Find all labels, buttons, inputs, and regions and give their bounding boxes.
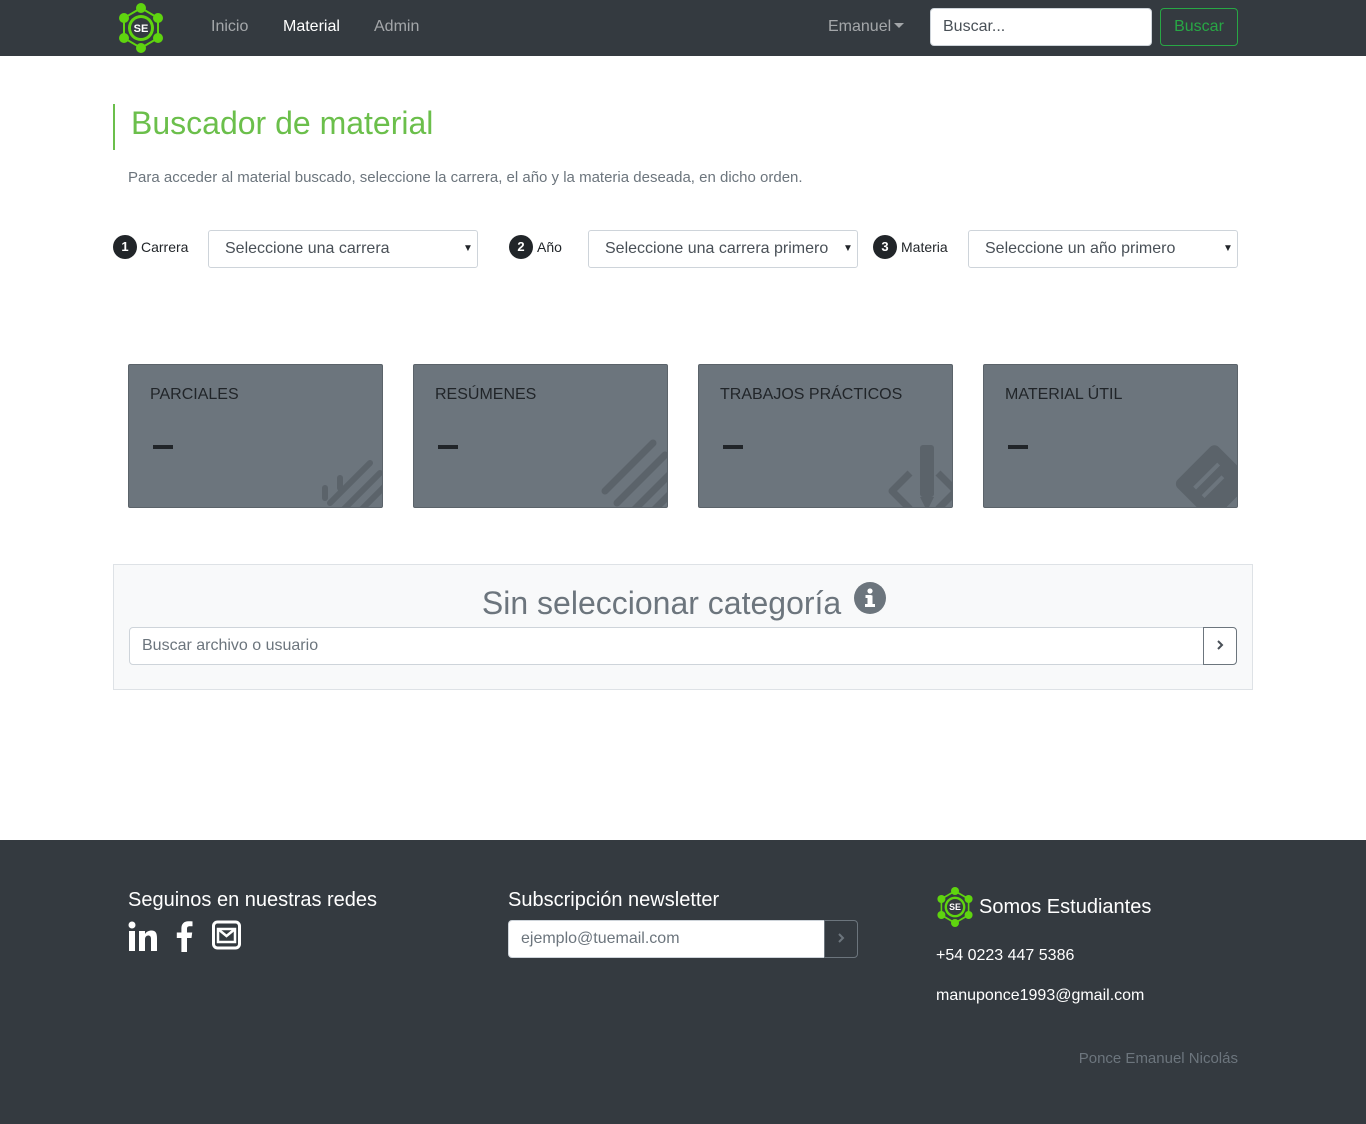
chevron-right-icon [838, 932, 845, 943]
category-panel: Sin seleccionar categoría [113, 564, 1253, 690]
page-description: Para acceder al material buscado, selecc… [128, 169, 803, 186]
search-button[interactable]: Buscar [1160, 8, 1238, 46]
social-heading: Seguinos en nuestras redes [128, 889, 378, 911]
card-title: MATERIAL ÚTIL [1005, 386, 1123, 403]
brand-name: Somos Estudiantes [979, 896, 1152, 918]
brand-logo-icon: SE [937, 887, 973, 927]
card-title: RESÚMENES [435, 386, 537, 403]
step-label: Carrera [141, 239, 189, 255]
step-number-badge: 2 [509, 235, 533, 259]
dropdown-arrow-icon: ▼ [843, 243, 853, 254]
list-lines-icon [601, 439, 667, 507]
file-user-search-input[interactable] [129, 627, 1204, 665]
card-value-dash [723, 445, 743, 449]
caret-down-icon [894, 23, 905, 28]
page-title: Buscador de material [131, 105, 434, 141]
sticky-note-icon [1175, 445, 1237, 507]
materia-select[interactable]: Seleccione un año primero ▼ [968, 230, 1238, 268]
carrera-select[interactable]: Seleccione una carrera ▼ [208, 230, 478, 268]
anio-select[interactable]: Seleccione una carrera primero ▼ [588, 230, 858, 268]
card-resumenes[interactable]: RESÚMENES [413, 364, 668, 508]
file-search-submit-button[interactable] [1203, 627, 1237, 665]
code-pencil-icon [888, 445, 952, 507]
card-parciales[interactable]: PARCIALES [128, 364, 383, 508]
linkedin-icon[interactable] [128, 920, 158, 952]
step-label: Materia [901, 239, 948, 255]
card-value-dash [153, 445, 173, 449]
card-value-dash [1008, 445, 1028, 449]
chevron-right-icon [1217, 639, 1224, 650]
step-label: Año [537, 239, 562, 255]
card-title: PARCIALES [150, 386, 239, 403]
contact-email[interactable]: manuponce1993@gmail.com [936, 987, 1144, 1005]
category-title-text: Sin seleccionar categoría [481, 585, 842, 621]
user-dropdown[interactable]: Emanuel [828, 18, 905, 36]
nav-link-inicio[interactable]: Inicio [211, 18, 248, 36]
step-number-badge: 3 [873, 235, 897, 259]
brand-logo-text: SE [949, 902, 961, 912]
card-material-util[interactable]: MATERIAL ÚTIL [983, 364, 1238, 508]
pencil-ruler-icon [322, 460, 382, 507]
logo-text: SE [134, 23, 149, 35]
step-number-badge: 1 [113, 235, 137, 259]
navbar: SE Inicio Material Admin Emanuel Buscar [0, 0, 1366, 56]
newsletter-email-input[interactable] [508, 920, 825, 958]
nav-link-material[interactable]: Material [283, 18, 340, 36]
category-title: Sin seleccionar categoría [114, 582, 1254, 622]
logo-icon[interactable]: SE [116, 3, 166, 53]
dropdown-arrow-icon: ▼ [1223, 243, 1233, 254]
facebook-icon[interactable] [175, 920, 193, 952]
info-icon[interactable] [854, 582, 887, 614]
newsletter-submit-button[interactable] [824, 920, 858, 958]
envelope-icon[interactable] [212, 920, 241, 950]
dropdown-arrow-icon: ▼ [463, 243, 473, 254]
select-value: Seleccione una carrera primero [605, 240, 829, 257]
card-value-dash [438, 445, 458, 449]
title-accent-bar [113, 104, 115, 150]
card-title: TRABAJOS PRÁCTICOS [720, 386, 903, 403]
search-input[interactable] [930, 8, 1152, 46]
author-credit: Ponce Emanuel Nicolás [1078, 1050, 1238, 1067]
contact-phone: +54 0223 447 5386 [936, 947, 1075, 964]
select-value: Seleccione una carrera [225, 240, 390, 257]
nav-link-admin[interactable]: Admin [374, 18, 419, 36]
newsletter-heading: Subscripción newsletter [508, 889, 720, 911]
footer [0, 840, 1366, 1124]
user-name: Emanuel [828, 18, 892, 35]
select-value: Seleccione un año primero [985, 240, 1176, 257]
card-trabajos-practicos[interactable]: TRABAJOS PRÁCTICOS [698, 364, 953, 508]
